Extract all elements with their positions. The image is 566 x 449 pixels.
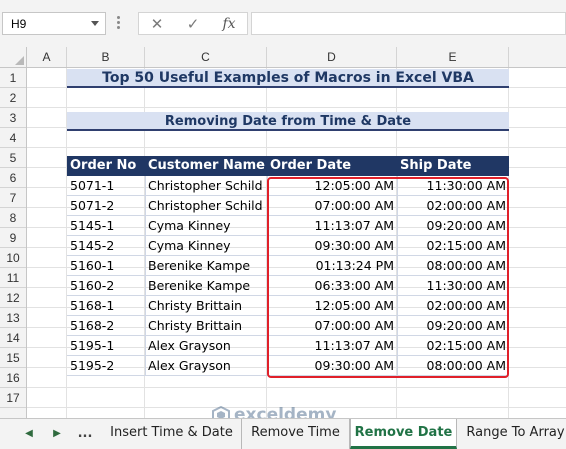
header-customer-name[interactable]: Customer Name (145, 156, 267, 176)
select-all-triangle-icon (15, 56, 24, 65)
name-box[interactable]: H9 (2, 12, 106, 35)
worksheet-grid[interactable]: Top 50 Useful Examples of Macros in Exce… (27, 68, 566, 418)
cell-order-no[interactable]: 5195-1 (67, 336, 145, 355)
cell-order-no[interactable]: 5145-2 (67, 236, 145, 255)
row-header[interactable]: 5 (0, 148, 26, 168)
tab-scroll-left-icon[interactable]: ◀ (20, 425, 38, 443)
row-header[interactable]: 17 (0, 388, 26, 408)
gridline (27, 387, 566, 388)
gridline (27, 147, 566, 148)
gridline (27, 407, 566, 408)
column-header-b[interactable]: B (67, 47, 145, 67)
cell-customer-name[interactable]: Berenike Kampe (145, 276, 267, 295)
table-header-row: Order No Customer Name Order Date Ship D… (67, 156, 509, 176)
header-order-date[interactable]: Order Date (267, 156, 397, 176)
column-header-a[interactable]: A (27, 47, 67, 67)
header-ship-date[interactable]: Ship Date (397, 156, 509, 176)
more-tabs-button[interactable]: ... (76, 425, 94, 443)
row-header[interactable]: 7 (0, 188, 26, 208)
row-header[interactable]: 14 (0, 328, 26, 348)
cell-customer-name[interactable]: Berenike Kampe (145, 256, 267, 275)
cell-customer-name[interactable]: Christopher Schild (145, 176, 267, 195)
cell-order-no[interactable]: 5145-1 (67, 216, 145, 235)
row-header[interactable]: 2 (0, 88, 26, 108)
column-header-c[interactable]: C (145, 47, 267, 67)
tab-insert-time-date[interactable]: Insert Time & Date (102, 419, 242, 449)
tab-remove-time[interactable]: Remove Time (242, 419, 350, 449)
cell-order-no[interactable]: 5071-2 (67, 196, 145, 215)
gridline (27, 107, 566, 108)
row-header[interactable]: 3 (0, 108, 26, 128)
cell-customer-name[interactable]: Cyma Kinney (145, 216, 267, 235)
row-header[interactable]: 15 (0, 348, 26, 368)
row-header[interactable]: 12 (0, 288, 26, 308)
cell-customer-name[interactable]: Christy Brittain (145, 316, 267, 335)
row-header[interactable]: 8 (0, 208, 26, 228)
cell-customer-name[interactable]: Alex Grayson (145, 336, 267, 355)
formula-bar: H9 ✕ ✓ fx (0, 0, 566, 47)
enter-icon[interactable]: ✓ (181, 14, 205, 34)
row-header[interactable]: 16 (0, 368, 26, 388)
sheet-tab-bar: ◀ ▶ ... Insert Time & Date Remove Time R… (0, 418, 566, 449)
cell-customer-name[interactable]: Alex Grayson (145, 356, 267, 375)
select-all-button[interactable] (0, 47, 27, 68)
tab-scroll-right-icon[interactable]: ▶ (48, 425, 66, 443)
cell-customer-name[interactable]: Christopher Schild (145, 196, 267, 215)
formula-input[interactable] (251, 12, 566, 35)
cell-customer-name[interactable]: Cyma Kinney (145, 236, 267, 255)
sheet-subtitle[interactable]: Removing Date from Time & Date (67, 112, 509, 131)
row-header[interactable]: 13 (0, 308, 26, 328)
row-header[interactable]: 1 (0, 68, 26, 88)
cell-order-no[interactable]: 5160-2 (67, 276, 145, 295)
column-header-d[interactable]: D (267, 47, 397, 67)
row-header[interactable]: 6 (0, 168, 26, 188)
column-header-e[interactable]: E (397, 47, 509, 67)
cell-customer-name[interactable]: Christy Brittain (145, 296, 267, 315)
row-header[interactable]: 4 (0, 128, 26, 148)
insert-function-icon[interactable]: fx (217, 14, 241, 34)
row-header[interactable]: 9 (0, 228, 26, 248)
tab-range-to-array[interactable]: Range To Array (457, 419, 566, 449)
cell-order-no[interactable]: 5168-1 (67, 296, 145, 315)
cell-order-no[interactable]: 5160-1 (67, 256, 145, 275)
tab-remove-date[interactable]: Remove Date (350, 419, 457, 449)
cancel-icon[interactable]: ✕ (145, 14, 169, 34)
cell-order-no[interactable]: 5195-2 (67, 356, 145, 375)
highlight-box (267, 177, 509, 378)
more-options-icon[interactable] (116, 16, 122, 32)
row-header[interactable]: 10 (0, 248, 26, 268)
chevron-down-icon[interactable] (91, 21, 99, 26)
formula-actions: ✕ ✓ fx (138, 12, 248, 35)
row-header[interactable]: 11 (0, 268, 26, 288)
name-box-value: H9 (11, 17, 27, 31)
row-headers: 1 2 3 4 5 6 7 8 9 10 11 12 13 14 15 16 1… (0, 68, 27, 418)
column-headers: A B C D E (0, 47, 566, 68)
sheet-title[interactable]: Top 50 Useful Examples of Macros in Exce… (67, 69, 509, 88)
cell-order-no[interactable]: 5071-1 (67, 176, 145, 195)
header-order-no[interactable]: Order No (67, 156, 145, 176)
cell-order-no[interactable]: 5168-2 (67, 316, 145, 335)
